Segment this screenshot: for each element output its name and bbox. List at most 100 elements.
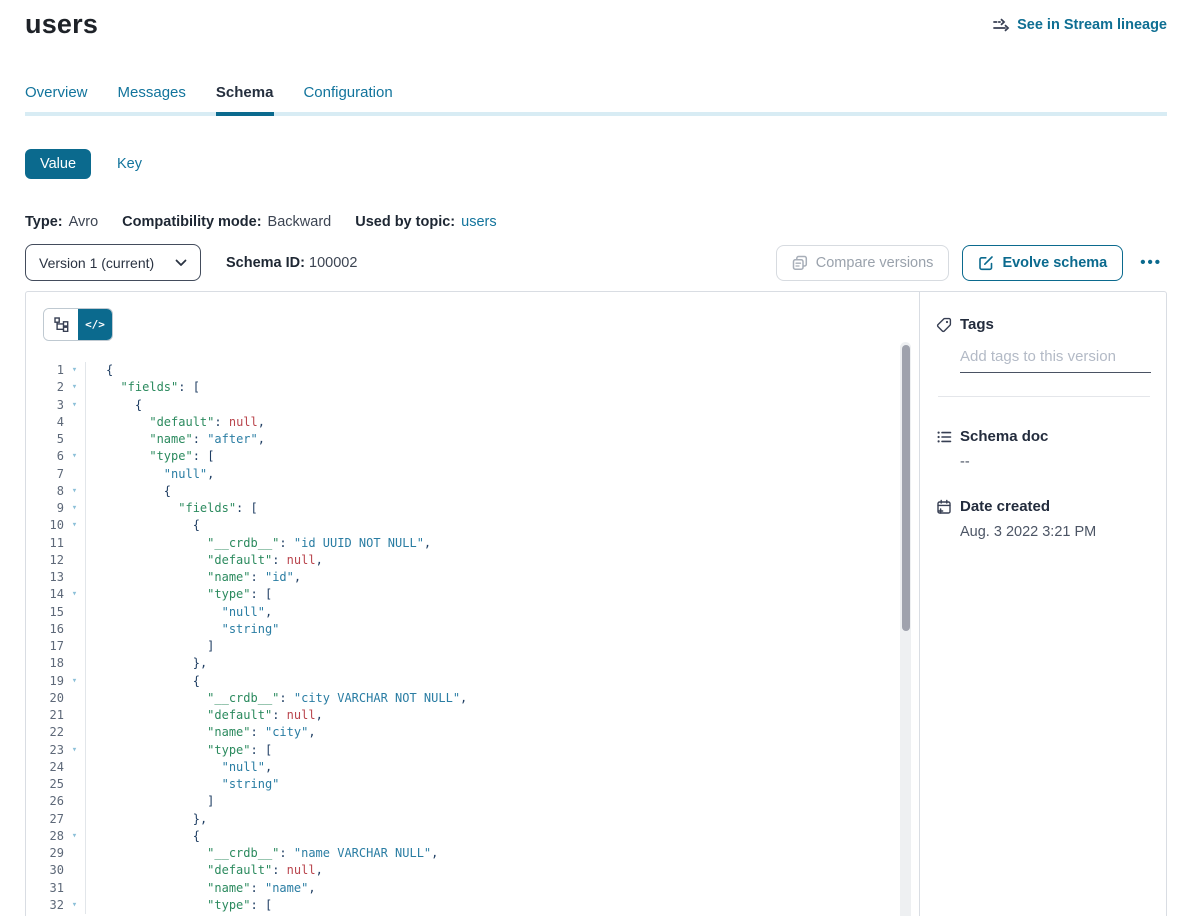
- line-number: 28: [26, 828, 64, 845]
- fold-toggle-icon[interactable]: ▾: [64, 828, 85, 845]
- fold-spacer: [64, 621, 85, 638]
- sidebar-divider: [938, 396, 1150, 397]
- code-line-text: "null",: [85, 759, 919, 776]
- fold-spacer: [64, 466, 85, 483]
- schema-sidebar: Tags Schema doc: [920, 292, 1166, 916]
- code-line: 6▾ "type": [: [26, 448, 919, 465]
- fold-toggle-icon[interactable]: ▾: [64, 742, 85, 759]
- code-line-text: "name": "city",: [85, 724, 919, 741]
- fold-toggle-icon[interactable]: ▾: [64, 483, 85, 500]
- code-view-button[interactable]: </>: [78, 309, 112, 340]
- line-number: 18: [26, 655, 64, 672]
- fold-toggle-icon[interactable]: ▾: [64, 379, 85, 396]
- code-line-text: "fields": [: [85, 379, 919, 396]
- fold-spacer: [64, 535, 85, 552]
- type-value: Avro: [69, 214, 99, 230]
- compare-versions-button[interactable]: Compare versions: [776, 245, 950, 281]
- code-scrollbar: [900, 342, 911, 916]
- code-line: 17 ]: [26, 638, 919, 655]
- used-by-topic-link[interactable]: users: [461, 214, 496, 230]
- fold-spacer: [64, 604, 85, 621]
- line-number: 24: [26, 759, 64, 776]
- code-line-text: "__crdb__": "name VARCHAR NULL",: [85, 845, 919, 862]
- fold-toggle-icon[interactable]: ▾: [64, 897, 85, 914]
- add-tags-input[interactable]: [960, 348, 1151, 373]
- line-number: 9: [26, 500, 64, 517]
- code-line: 16 "string": [26, 621, 919, 638]
- schema-code-section: </> 1▾{2▾ "fields": [3▾ {4 "default": nu…: [26, 292, 919, 916]
- code-line-text: "name": "id",: [85, 569, 919, 586]
- version-select-value: Version 1 (current): [39, 255, 154, 271]
- line-number: 21: [26, 707, 64, 724]
- code-line-text: {: [85, 828, 919, 845]
- code-line-text: "__crdb__": "id UUID NOT NULL",: [85, 535, 919, 552]
- code-line: 27 },: [26, 811, 919, 828]
- code-line-text: },: [85, 655, 919, 672]
- fold-spacer: [64, 569, 85, 586]
- value-tab-button[interactable]: Value: [25, 149, 91, 179]
- fold-spacer: [64, 655, 85, 672]
- schema-doc-title: Schema doc: [960, 428, 1048, 445]
- code-scrollbar-thumb[interactable]: [902, 345, 910, 631]
- fold-spacer: [64, 793, 85, 810]
- fold-toggle-icon[interactable]: ▾: [64, 362, 85, 379]
- code-line: 10▾ {: [26, 517, 919, 534]
- code-line: 9▾ "fields": [: [26, 500, 919, 517]
- code-line: 13 "name": "id",: [26, 569, 919, 586]
- date-created-section: Date created Aug. 3 2022 3:21 PM: [936, 498, 1152, 540]
- code-line-text: "default": null,: [85, 862, 919, 879]
- fold-toggle-icon[interactable]: ▾: [64, 397, 85, 414]
- fold-toggle-icon[interactable]: ▾: [64, 586, 85, 603]
- code-line-text: "__crdb__": "city VARCHAR NOT NULL",: [85, 690, 919, 707]
- compare-versions-icon: [792, 255, 808, 271]
- line-number: 2: [26, 379, 64, 396]
- schema-meta-row: Type: Avro Compatibility mode: Backward …: [25, 214, 1167, 230]
- code-line-text: ]: [85, 638, 919, 655]
- list-icon: [936, 429, 952, 445]
- code-line: 2▾ "fields": [: [26, 379, 919, 396]
- code-line: 5 "name": "after",: [26, 431, 919, 448]
- line-number: 4: [26, 414, 64, 431]
- code-line-text: "null",: [85, 604, 919, 621]
- fold-spacer: [64, 414, 85, 431]
- code-line: 21 "default": null,: [26, 707, 919, 724]
- key-tab-button[interactable]: Key: [117, 156, 142, 172]
- fold-toggle-icon[interactable]: ▾: [64, 500, 85, 517]
- code-line-text: "fields": [: [85, 500, 919, 517]
- code-line-text: "type": [: [85, 448, 919, 465]
- code-line-text: "name": "name",: [85, 880, 919, 897]
- line-number: 27: [26, 811, 64, 828]
- line-number: 12: [26, 552, 64, 569]
- schema-page: users See in Stream lineage OverviewMess…: [0, 0, 1189, 916]
- line-number: 22: [26, 724, 64, 741]
- more-options-button[interactable]: •••: [1135, 254, 1167, 271]
- tree-view-button[interactable]: [44, 309, 78, 340]
- chevron-down-icon: [175, 259, 187, 267]
- version-select[interactable]: Version 1 (current): [25, 244, 201, 281]
- fold-toggle-icon[interactable]: ▾: [64, 448, 85, 465]
- fold-spacer: [64, 811, 85, 828]
- code-line-text: "default": null,: [85, 414, 919, 431]
- see-in-stream-lineage-link[interactable]: See in Stream lineage: [993, 17, 1167, 33]
- code-line: 12 "default": null,: [26, 552, 919, 569]
- line-number: 17: [26, 638, 64, 655]
- code-line: 7 "null",: [26, 466, 919, 483]
- code-line-text: "string": [85, 621, 919, 638]
- schema-id: Schema ID: 100002: [226, 255, 357, 271]
- evolve-schema-button[interactable]: Evolve schema: [962, 245, 1123, 281]
- code-line-text: "null",: [85, 466, 919, 483]
- fold-spacer: [64, 759, 85, 776]
- tab-track: [25, 112, 1167, 116]
- code-line: 4 "default": null,: [26, 414, 919, 431]
- code-line: 28▾ {: [26, 828, 919, 845]
- fold-toggle-icon[interactable]: ▾: [64, 517, 85, 534]
- line-number: 14: [26, 586, 64, 603]
- tag-icon: [936, 317, 952, 333]
- code-line-text: "default": null,: [85, 707, 919, 724]
- code-line: 8▾ {: [26, 483, 919, 500]
- line-number: 7: [26, 466, 64, 483]
- line-number: 15: [26, 604, 64, 621]
- line-number: 16: [26, 621, 64, 638]
- line-number: 29: [26, 845, 64, 862]
- fold-toggle-icon[interactable]: ▾: [64, 673, 85, 690]
